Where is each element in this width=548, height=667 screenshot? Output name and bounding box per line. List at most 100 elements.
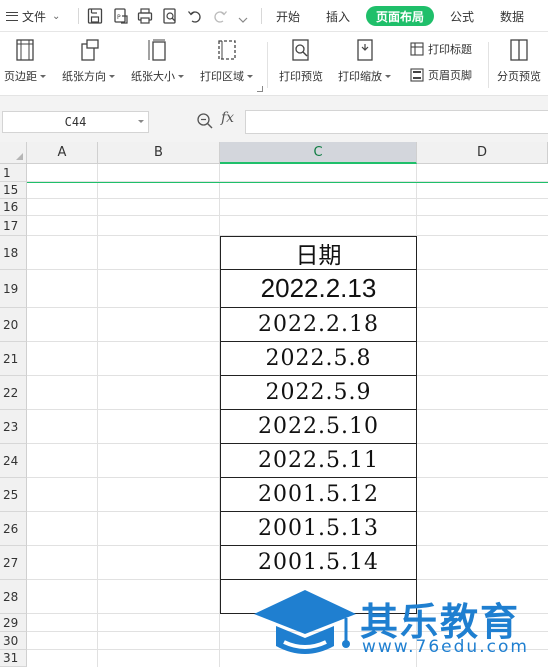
print-scale-button[interactable]: 打印缩放 xyxy=(338,38,391,84)
tab-formulas[interactable]: 公式 xyxy=(440,6,484,26)
spreadsheet-grid: A B C D 1 15 16 17 18 19 20 21 22 23 24 … xyxy=(0,142,548,667)
date-cell[interactable]: 2022.2.13 xyxy=(220,270,417,308)
header-footer-label: 页眉页脚 xyxy=(428,69,472,82)
row-header[interactable]: 17 xyxy=(0,216,27,236)
paper-size-label: 纸张大小 xyxy=(131,70,175,83)
date-cell[interactable]: 2022.2.18 xyxy=(220,308,417,342)
hamburger-icon xyxy=(6,11,18,21)
file-menu-label: 文件 xyxy=(22,9,47,24)
print-scale-label: 打印缩放 xyxy=(338,70,382,83)
row-header[interactable]: 26 xyxy=(0,512,27,546)
page-break-preview-label: 分页预览 xyxy=(497,70,541,83)
row-header[interactable]: 25 xyxy=(0,478,27,512)
caret-icon xyxy=(385,74,391,78)
undo-icon[interactable] xyxy=(187,7,203,25)
row-header[interactable]: 29 xyxy=(0,614,27,632)
file-menu[interactable]: 文件 ⌄ xyxy=(6,0,60,32)
zoom-icon[interactable] xyxy=(196,112,214,130)
print-titles-label: 打印标题 xyxy=(428,43,472,56)
tab-data[interactable]: 数据 xyxy=(490,6,534,26)
column-header-b[interactable]: B xyxy=(98,142,220,164)
divider xyxy=(78,8,79,24)
print-scale-icon xyxy=(354,38,376,62)
gridline xyxy=(27,649,548,650)
orientation-button[interactable]: 纸张方向 xyxy=(62,38,115,84)
print-preview-quick-icon[interactable] xyxy=(162,7,178,25)
header-footer-icon xyxy=(410,68,424,82)
tab-insert[interactable]: 插入 xyxy=(316,6,360,26)
print-titles-icon xyxy=(410,42,424,56)
print-area-button[interactable]: 打印区域 xyxy=(200,38,253,84)
date-cell[interactable]: 2001.5.12 xyxy=(220,478,417,512)
redo-icon[interactable] xyxy=(212,7,228,25)
caret-icon xyxy=(247,74,253,78)
gridline xyxy=(27,215,548,216)
hidden-rows-marker xyxy=(27,182,548,183)
row-header[interactable]: 21 xyxy=(0,342,27,376)
formula-bar: C44 fx xyxy=(0,96,548,142)
row-header[interactable]: 1 xyxy=(0,164,27,182)
menu-bar: 文件 ⌄ P 开始 插入 页面布局 公式 数据 xyxy=(0,0,548,32)
gridline xyxy=(97,164,98,667)
row-header[interactable]: 18 xyxy=(0,236,27,270)
name-box[interactable]: C44 xyxy=(2,111,149,133)
chevron-down-icon: ⌄ xyxy=(52,10,61,22)
header-footer-button[interactable]: 页眉页脚 xyxy=(410,66,472,84)
date-cell[interactable]: 2001.5.13 xyxy=(220,512,417,546)
margins-icon xyxy=(14,38,36,62)
row-header[interactable]: 23 xyxy=(0,410,27,444)
tab-page-layout[interactable]: 页面布局 xyxy=(366,6,435,26)
svg-text:P: P xyxy=(117,14,121,21)
date-cell[interactable]: 2022.5.9 xyxy=(220,376,417,410)
print-area-label: 打印区域 xyxy=(200,70,244,83)
date-cell-empty[interactable] xyxy=(220,580,417,614)
margins-label: 页边距 xyxy=(4,70,37,83)
gridline xyxy=(27,198,548,199)
print-icon[interactable] xyxy=(137,7,153,25)
fx-icon[interactable]: fx xyxy=(221,110,234,126)
row-header[interactable]: 19 xyxy=(0,270,27,308)
date-cell[interactable]: 2022.5.8 xyxy=(220,342,417,376)
ribbon: 页边距 纸张方向 纸张大小 打印区域 打印预览 打印缩放 打印标题 页眉页脚 分… xyxy=(0,32,548,96)
caret-icon xyxy=(109,74,115,78)
tab-start[interactable]: 开始 xyxy=(266,6,310,26)
row-header[interactable]: 31 xyxy=(0,650,27,667)
export-icon[interactable]: P xyxy=(113,7,129,25)
row-header[interactable]: 15 xyxy=(0,182,27,199)
date-cell[interactable]: 2022.5.11 xyxy=(220,444,417,478)
column-header-d[interactable]: D xyxy=(417,142,548,164)
date-cell[interactable]: 2022.5.10 xyxy=(220,410,417,444)
select-all-corner[interactable] xyxy=(0,142,27,164)
column-header-c[interactable]: C xyxy=(220,142,417,164)
print-preview-label: 打印预览 xyxy=(279,70,323,83)
chevron-down-icon[interactable] xyxy=(138,120,144,123)
orientation-label: 纸张方向 xyxy=(62,70,106,83)
print-preview-icon xyxy=(290,38,312,62)
page-break-preview-icon xyxy=(508,38,530,62)
print-titles-button[interactable]: 打印标题 xyxy=(410,40,472,58)
page-break-preview-button[interactable]: 分页预览 xyxy=(497,38,541,84)
date-header-cell[interactable]: 日期 xyxy=(220,236,417,270)
print-preview-button[interactable]: 打印预览 xyxy=(279,38,323,84)
formula-input[interactable] xyxy=(245,110,548,134)
row-header[interactable]: 20 xyxy=(0,308,27,342)
date-cell[interactable]: 2001.5.14 xyxy=(220,546,417,580)
row-header[interactable]: 24 xyxy=(0,444,27,478)
paper-size-button[interactable]: 纸张大小 xyxy=(131,38,184,84)
column-header-a[interactable]: A xyxy=(27,142,98,164)
paper-size-icon xyxy=(147,38,169,62)
more-dropdown-icon[interactable] xyxy=(235,10,251,23)
orientation-icon xyxy=(78,38,100,62)
row-header[interactable]: 16 xyxy=(0,199,27,216)
row-header[interactable]: 22 xyxy=(0,376,27,410)
divider xyxy=(488,42,489,88)
divider xyxy=(267,42,268,88)
row-header[interactable]: 28 xyxy=(0,580,27,614)
divider xyxy=(261,8,262,24)
caret-icon xyxy=(40,74,46,78)
margins-button[interactable]: 页边距 xyxy=(4,38,46,84)
group-launcher-icon[interactable] xyxy=(257,86,263,92)
save-icon[interactable] xyxy=(87,7,103,25)
row-header[interactable]: 30 xyxy=(0,632,27,650)
row-header[interactable]: 27 xyxy=(0,546,27,580)
